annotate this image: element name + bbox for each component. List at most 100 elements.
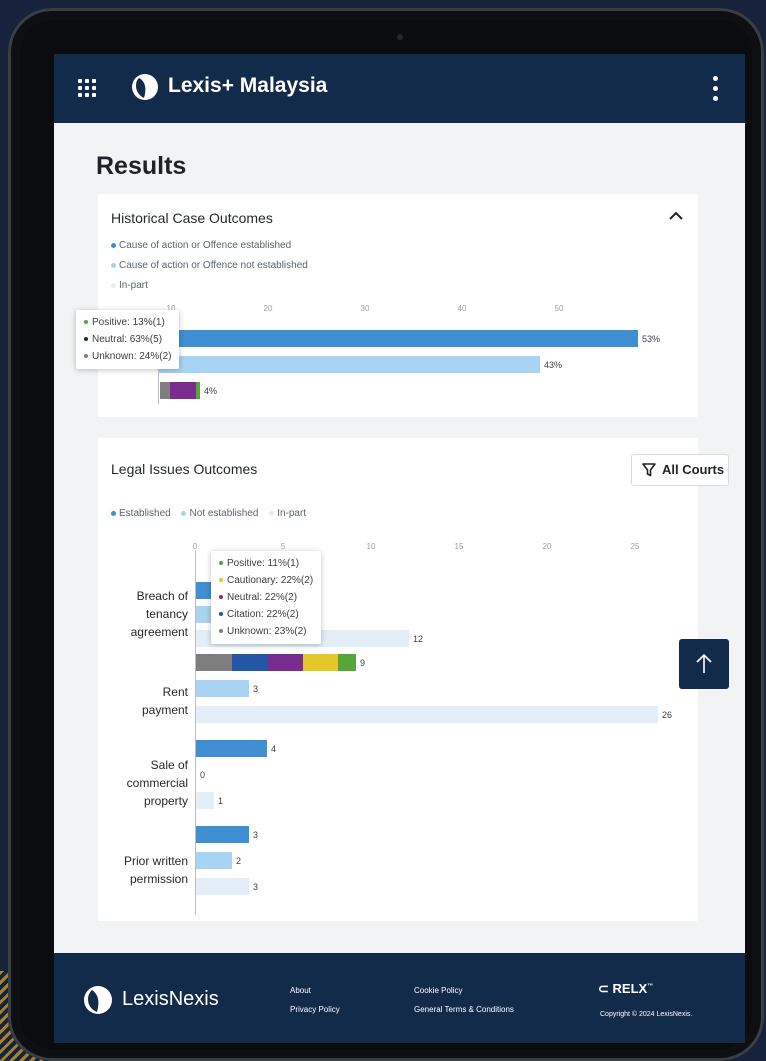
grid-icon[interactable] — [78, 79, 98, 99]
tooltip-label: Unknown: 23%(2) — [227, 626, 307, 637]
bar-segment-citation[interactable] — [232, 654, 268, 671]
tooltip-label: Neutral: 22%(2) — [227, 592, 298, 603]
tooltip-label: Neutral: 63%(5) — [92, 334, 163, 345]
bar-in-part[interactable] — [196, 878, 249, 895]
bar-value-label: 1 — [218, 796, 224, 806]
footer-brand[interactable]: LexisNexis — [122, 988, 219, 1011]
lexisnexis-logo-icon[interactable] — [82, 984, 114, 1016]
filter-label: All Courts — [662, 462, 725, 477]
relx-icon: ⊂ — [598, 981, 613, 996]
bar-value-label: 26 — [662, 710, 673, 720]
lexis-logo-icon[interactable] — [130, 72, 160, 102]
app-header: Lexis+ Malaysia — [54, 54, 745, 123]
chevron-up-icon[interactable] — [666, 206, 686, 226]
brand-name[interactable]: Lexis+ Malaysia — [168, 74, 327, 98]
tooltip-row: Unknown: 23%(2) — [219, 623, 313, 640]
arrow-up-icon — [696, 653, 712, 673]
legend-dot-in-part — [111, 282, 116, 288]
tick-label: 0 — [192, 542, 198, 551]
tooltip-dot — [219, 612, 223, 617]
category-label-line: tenancy — [145, 607, 188, 621]
footer-link-about[interactable]: About — [290, 986, 311, 995]
relx-logo[interactable]: ⊂ RELX™ — [598, 981, 653, 997]
bar-segment-unknown[interactable] — [160, 382, 170, 399]
tick-label: 10 — [366, 542, 376, 551]
category-label-line: Prior written — [123, 854, 188, 868]
category-label-line: payment — [141, 703, 188, 717]
tick-label: 50 — [554, 304, 564, 313]
all-courts-filter-button[interactable]: All Courts — [631, 454, 729, 486]
bar-segment-neutral[interactable] — [268, 654, 303, 671]
tooltip-dot — [219, 595, 223, 600]
bar-value-label: 12 — [413, 634, 424, 644]
tick-label: 25 — [630, 542, 640, 551]
bar-not-established[interactable] — [158, 356, 540, 373]
page-footer: LexisNexis About Privacy Policy Cookie P… — [54, 953, 745, 1043]
relx-label: RELX — [612, 981, 648, 996]
bar-not-established[interactable] — [196, 606, 212, 623]
legend-label: Not established — [189, 508, 259, 519]
tooltip-row: Unknown: 24%(2) — [84, 348, 171, 365]
legend-label: Established — [119, 508, 171, 519]
footer-link-terms[interactable]: General Terms & Conditions — [414, 1005, 514, 1014]
bar-established[interactable] — [196, 740, 267, 757]
tooltip-row: Neutral: 22%(2) — [219, 589, 313, 606]
bar-value-label: 53% — [642, 334, 661, 344]
legend-label: Cause of action or Offence established — [119, 240, 292, 251]
tooltip-label: Cautionary: 22%(2) — [227, 575, 314, 586]
bar-value-label: 43% — [544, 360, 563, 370]
tooltip-dot — [84, 320, 88, 325]
bar-segment-neutral[interactable] — [170, 382, 196, 399]
bar-in-part[interactable] — [196, 706, 658, 723]
card-title: Legal Issues Outcomes — [111, 461, 258, 477]
footer-link-privacy[interactable]: Privacy Policy — [290, 1005, 340, 1014]
category-label: Prior written permission — [98, 852, 188, 888]
bar-segment-positive[interactable] — [196, 382, 200, 399]
legend-item: Cause of action or Offence not establish… — [111, 260, 308, 271]
more-vertical-icon[interactable] — [710, 76, 720, 102]
tick-label: 15 — [454, 542, 464, 551]
bar-established[interactable] — [196, 826, 249, 843]
tick-label: 30 — [360, 304, 370, 313]
bar-not-established[interactable] — [196, 680, 249, 697]
legal-issues-outcomes-card: Legal Issues Outcomes All Courts Establi… — [98, 438, 729, 921]
bar-in-part[interactable] — [196, 792, 214, 809]
category-label: Sale of commercial property — [98, 756, 188, 810]
page-title: Results — [96, 152, 187, 180]
tooltip-row: Citation: 22%(2) — [219, 606, 313, 623]
bar-established[interactable] — [196, 582, 212, 599]
app-screen: Lexis+ Malaysia Results Historical Case … — [54, 54, 745, 1043]
category-label-line: property — [143, 794, 188, 808]
card-title: Historical Case Outcomes — [111, 210, 273, 226]
bar-segment-cautionary[interactable] — [303, 654, 338, 671]
legend-dot-established — [111, 510, 116, 516]
tooltip-label: Positive: 13%(1) — [92, 317, 165, 328]
filter-icon — [642, 463, 656, 477]
bar-value-label: 4% — [204, 386, 218, 396]
legend-item: Cause of action or Offence established — [111, 240, 291, 251]
scroll-to-top-button[interactable] — [679, 639, 729, 689]
tick-label: 20 — [542, 542, 552, 551]
bar-segment-positive[interactable] — [338, 654, 356, 671]
chart-tooltip: Positive: 13%(1) Neutral: 63%(5) Unknown… — [76, 310, 180, 369]
legend-dot-established — [111, 242, 116, 248]
legend-dot-in-part — [269, 510, 275, 516]
category-label-line: Sale of — [150, 758, 188, 772]
legend-row: Established Not established In-part — [111, 508, 306, 519]
tick-label: 40 — [457, 304, 467, 313]
category-label-line: agreement — [130, 625, 188, 639]
bar-value-label: 0 — [200, 770, 206, 780]
category-label: Rent payment — [98, 683, 188, 719]
chart-tooltip: Positive: 11%(1) Cautionary: 22%(2) Neut… — [211, 551, 322, 644]
bar-not-established[interactable] — [196, 852, 232, 869]
tick-label: 5 — [280, 542, 286, 551]
bar-established[interactable] — [158, 330, 638, 347]
footer-link-cookie[interactable]: Cookie Policy — [414, 986, 462, 995]
tooltip-label: Citation: 22%(2) — [227, 609, 299, 620]
bar-value-label: 3 — [253, 830, 259, 840]
copyright-text: Copyright © 2024 LexisNexis. — [600, 1011, 693, 1018]
axis-ticks: 0 5 10 15 20 25 — [192, 542, 695, 562]
historical-case-outcomes-card: Historical Case Outcomes Cause of action… — [98, 194, 698, 417]
bar-segment-unknown[interactable] — [196, 654, 232, 671]
bar-value-label: 2 — [236, 856, 242, 866]
